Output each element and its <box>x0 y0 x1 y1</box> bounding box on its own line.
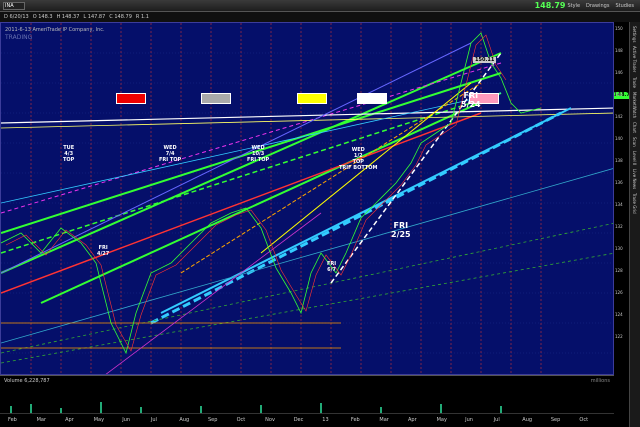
style-button[interactable]: Style <box>567 3 580 9</box>
annotation-fri-4: FRI 5/24 <box>461 91 481 109</box>
annotation-tue: TUE 4/3 TOP <box>63 145 75 163</box>
month-tick-label: Feb <box>8 417 17 423</box>
price-tick-label: 132 <box>615 224 623 229</box>
last-price: 148.79 <box>534 1 566 10</box>
month-tick-label: Nov <box>265 417 275 423</box>
quote-info-bar: D 6/20/13 O 148.3 H 148.37 L 147.87 C 14… <box>0 12 640 22</box>
tab-level-ii[interactable]: Level II <box>632 151 637 165</box>
price-tick-label: 130 <box>615 246 623 251</box>
month-tick-label: Oct <box>236 417 246 423</box>
side-tabs: Settings Active Trader Trade MarketWatch… <box>629 22 640 427</box>
volume-pane[interactable]: Volume 6,228,787 millions <box>0 375 614 414</box>
marker-box-white <box>357 93 387 104</box>
price-tick-label: 134 <box>615 202 623 207</box>
price-tick-label: 146 <box>615 70 623 75</box>
price-tick-label: 122 <box>615 334 623 339</box>
month-tick-label: 13 <box>322 417 329 423</box>
studies-button[interactable]: Studies <box>615 3 634 9</box>
annotation-fri-1: FRI 4/27 <box>97 245 110 257</box>
month-tick-label: Apr <box>65 417 74 423</box>
month-tick-label: May <box>436 417 447 423</box>
open-value: O 148.3 <box>32 14 53 20</box>
tab-active-trader[interactable]: Active Trader <box>632 46 637 72</box>
annotation-wed-2: WED 10/3 FRI TOP <box>247 145 270 163</box>
price-tick-label: 128 <box>615 268 623 273</box>
tab-trade-grid[interactable]: Trade Grid <box>632 193 637 214</box>
drawings-button[interactable]: Drawings <box>586 3 609 9</box>
chart-description: 2011-6-13 AmeriTrade IP Company, Inc. <box>5 27 105 33</box>
watermark: TRADING <box>5 34 33 41</box>
annotation-wed-1: WED 7/4 FRI TOP <box>159 145 182 163</box>
tab-trade[interactable]: Trade <box>632 77 637 88</box>
month-tick-label: Jun <box>465 417 473 423</box>
month-tick-label: Sep <box>550 417 561 423</box>
price-chart[interactable]: TUE 4/3 TOP WED 7/4 FRI TOP WED 10/3 FRI… <box>0 22 614 375</box>
tab-scan[interactable]: Scan <box>632 137 637 147</box>
month-tick-label: Mar <box>379 417 389 423</box>
month-tick-label: Mar <box>36 417 46 423</box>
tab-settings[interactable]: Settings <box>632 26 637 42</box>
price-tick-label: 124 <box>615 312 623 317</box>
high-value: H 148.37 <box>56 14 80 20</box>
tab-chart[interactable]: Chart <box>632 122 637 133</box>
month-tick-label: Jul <box>150 417 157 423</box>
price-tick-label: 126 <box>615 290 623 295</box>
title-bar: INA 148.79 Style Drawings Studies <box>0 0 640 12</box>
marker-box-gray <box>201 93 231 104</box>
month-tick-label: Feb <box>350 417 360 423</box>
close-value: C 148.79 <box>109 14 132 20</box>
price-tick-label: 140 <box>615 136 623 141</box>
month-tick-label: Aug <box>522 417 533 423</box>
symbol-input[interactable]: INA <box>3 1 25 10</box>
price-tick-label: 144 <box>615 92 623 97</box>
price-axis: 148.79 150 148 146 144 142 140 138 136 134 132 130… <box>614 22 633 375</box>
high-label: 150.11 <box>473 57 497 63</box>
low-value: L 147.87 <box>83 14 106 20</box>
price-tick-label: 150 <box>615 26 623 31</box>
price-tick-label: 136 <box>615 180 623 185</box>
month-tick-label: Jul <box>493 417 500 423</box>
price-tick-label: 142 <box>615 114 623 119</box>
month-tick-label: Jun <box>122 417 131 423</box>
month-tick-label: Apr <box>408 417 417 423</box>
month-tick-label: Oct <box>579 417 589 423</box>
time-axis: Feb Mar Apr May Jun Jul Aug Sep Oct Nov Dec 13 Feb Ma… <box>0 413 614 427</box>
chart-drawing <box>1 23 613 374</box>
tab-marketwatch[interactable]: MarketWatch <box>632 92 637 118</box>
month-tick-label: Dec <box>293 417 304 423</box>
month-tick-label: May <box>93 417 105 423</box>
marker-box-yellow <box>297 93 327 104</box>
month-tick-label: Aug <box>179 417 190 423</box>
annotation-fri-3: FRI 2/25 <box>391 221 411 239</box>
interval-label: D 6/20/13 <box>4 14 29 20</box>
tab-live-news[interactable]: Live News <box>632 169 637 189</box>
price-tick-label: 148 <box>615 48 623 53</box>
month-tick-label: Sep <box>208 417 218 423</box>
volume-bars <box>10 402 502 414</box>
marker-box-red <box>116 93 146 104</box>
range-value: R 1.1 <box>135 14 149 20</box>
price-tick-label: 138 <box>615 158 623 163</box>
annotation-wed-3: WED 1/2 TOP TRIF BOTTOM <box>339 147 378 171</box>
annotation-fri-2: FRI 6/7 <box>327 261 337 273</box>
